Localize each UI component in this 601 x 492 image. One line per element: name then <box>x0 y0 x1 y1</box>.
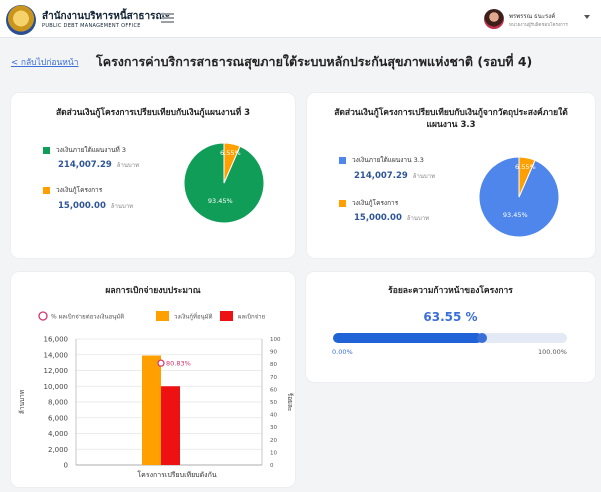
legend-unit: ล้านบาท <box>406 215 430 222</box>
svg-text:วงเงินกู้ที่อนุมัติ: วงเงินกู้ที่อนุมัติ <box>174 313 213 321</box>
y-tick-label: 8,000 <box>48 399 68 407</box>
legend-swatch <box>43 186 50 194</box>
legend-label: วงเงินกู้โครงการ <box>352 199 399 207</box>
y-tick-label: 14,000 <box>44 351 69 359</box>
legend-label: วงเงินกู้โครงการ <box>56 186 103 194</box>
y2-tick-label: 50 <box>270 400 277 406</box>
legend-unit: ล้านบาท <box>110 203 134 210</box>
back-link[interactable]: < กลับไปก่อนหน้า <box>11 55 79 69</box>
user-role: หน่วยงานผู้รับผิดชอบโครงการ <box>509 23 568 28</box>
pie-chart-plan33[interactable]: 93.45% 6.55% <box>477 155 561 239</box>
legend-swatch <box>43 146 50 154</box>
card-title-line2: แผนงาน 3.3 <box>426 120 476 130</box>
y2-tick-label: 80 <box>270 362 277 368</box>
x-tick-label: โครงการเปรียบเทียบดังกัน <box>137 470 216 479</box>
legend-swatch <box>339 199 346 207</box>
card-title: ผลการเบิกจ่ายงบประมาณ <box>105 286 201 296</box>
legend-value: 15,000.00 ล้านบาท <box>58 201 133 211</box>
legend-amount: 15,000.00 <box>58 201 106 211</box>
progress-max-label: 100.00% <box>538 348 567 356</box>
svg-text:ผลเบิกจ่าย: ผลเบิกจ่าย <box>238 314 265 321</box>
y-tick-label: 2,000 <box>48 446 68 454</box>
card-loan-ratio-plan3: สัดส่วนเงินกู้โครงการเปรียบเทียบกับเงินก… <box>11 93 295 258</box>
legend-unit: ล้านบาท <box>116 162 140 169</box>
card-title: สัดส่วนเงินกู้โครงการเปรียบเทียบกับเงินก… <box>307 107 595 131</box>
y-tick-label: 10,000 <box>44 383 69 391</box>
legend-item-project: วงเงินกู้โครงการ <box>43 185 102 195</box>
chevron-down-icon[interactable] <box>584 15 590 19</box>
org-name-th: สำนักงานบริหารหนี้สาธารณะ <box>42 11 171 22</box>
progress-bar <box>333 333 567 343</box>
pdmo-logo-icon[interactable] <box>6 5 36 35</box>
y2-tick-label: 90 <box>270 350 277 356</box>
page-title: โครงการค่าบริการสาธารณสุขภายใต้ระบบหลักป… <box>96 54 533 69</box>
pie-slice-label: 93.45% <box>208 197 233 205</box>
pie-slice-label: 93.45% <box>503 211 528 219</box>
card-title-line1: สัดส่วนเงินกู้โครงการเปรียบเทียบกับเงินก… <box>334 108 568 118</box>
budget-bar-chart[interactable]: % ผลเบิกจ่ายต่อวงเงินอนุมัติ วงเงินกู้ที่… <box>11 302 295 487</box>
y2-axis-title: ร้อยละ <box>286 393 294 412</box>
y2-tick-label: 0 <box>270 463 274 469</box>
progress-min-label: 0.00% <box>332 348 353 356</box>
y2-tick-label: 40 <box>270 413 277 419</box>
progress-percent: 63.55 % <box>423 310 478 324</box>
legend-amount: 15,000.00 <box>354 213 402 223</box>
pie-slice-label: 6.55% <box>515 163 536 171</box>
svg-text:% ผลเบิกจ่ายต่อวงเงินอนุมัติ: % ผลเบิกจ่ายต่อวงเงินอนุมัติ <box>51 314 124 321</box>
user-name[interactable]: พรพรรณ ธนะรงค์ <box>509 11 555 21</box>
chart-legend-item[interactable]: ผลเบิกจ่าย <box>220 311 265 321</box>
card-title: ร้อยละความก้าวหน้าของโครงการ <box>388 286 513 296</box>
chart-legend-item[interactable]: วงเงินกู้ที่อนุมัติ <box>156 311 213 321</box>
y-axis-title: ล้านบาท <box>18 390 26 414</box>
bar[interactable] <box>142 355 161 465</box>
y-tick-label: 12,000 <box>44 367 69 375</box>
org-name-en: PUBLIC DEBT MANAGEMENT OFFICE <box>42 23 141 29</box>
percent-marker[interactable] <box>157 359 165 367</box>
legend-value: 15,000.00 ล้านบาท <box>354 213 429 223</box>
legend-value: 214,007.29 ล้านบาท <box>354 171 435 181</box>
y2-tick-label: 60 <box>270 387 277 393</box>
card-title: สัดส่วนเงินกู้โครงการเปรียบเทียบกับเงินก… <box>55 108 251 118</box>
chart-legend-item[interactable]: % ผลเบิกจ่ายต่อวงเงินอนุมัติ <box>38 311 124 321</box>
user-avatar[interactable] <box>484 9 504 29</box>
y-tick-label: 0 <box>64 462 68 470</box>
legend-item-plan3: วงเงินภายใต้แผนงานที่ 3 <box>43 145 126 155</box>
bar[interactable] <box>161 386 180 465</box>
progress-bar-fill <box>333 333 482 343</box>
pie-chart-plan3[interactable]: 93.45% 6.55% <box>182 141 266 225</box>
legend-value: 214,007.29 ล้านบาท <box>58 160 139 170</box>
legend-amount: 214,007.29 <box>58 160 112 170</box>
legend-label: วงเงินภายใต้แผนงานที่ 3 <box>56 146 126 154</box>
card-loan-ratio-plan33: สัดส่วนเงินกู้โครงการเปรียบเทียบกับเงินก… <box>307 93 595 258</box>
hamburger-menu-icon[interactable] <box>161 13 174 23</box>
legend-label: วงเงินภายใต้แผนงาน 3.3 <box>352 156 424 164</box>
y2-tick-label: 70 <box>270 375 277 381</box>
card-budget-disbursement: ผลการเบิกจ่ายงบประมาณ % ผลเบิกจ่ายต่อวงเ… <box>11 272 295 487</box>
y-tick-label: 16,000 <box>44 336 69 344</box>
legend-item-plan33: วงเงินภายใต้แผนงาน 3.3 <box>339 155 424 165</box>
y2-tick-label: 10 <box>270 450 277 456</box>
y2-tick-label: 100 <box>270 337 281 343</box>
legend-unit: ล้านบาท <box>412 173 436 180</box>
y2-tick-label: 30 <box>270 425 277 431</box>
y-tick-label: 6,000 <box>48 414 68 422</box>
percent-marker-label: 80.83% <box>166 360 191 368</box>
pie-slice-label: 6.55% <box>220 149 241 157</box>
progress-bar-knob <box>476 333 487 343</box>
legend-item-project: วงเงินกู้โครงการ <box>339 198 398 208</box>
y-tick-label: 4,000 <box>48 430 68 438</box>
legend-amount: 214,007.29 <box>354 171 408 181</box>
card-project-progress: ร้อยละความก้าวหน้าของโครงการ <box>306 272 595 382</box>
y2-tick-label: 20 <box>270 438 277 444</box>
legend-swatch <box>339 156 346 164</box>
top-navbar: สำนักงานบริหารหนี้สาธารณะ PUBLIC DEBT MA… <box>0 0 601 38</box>
